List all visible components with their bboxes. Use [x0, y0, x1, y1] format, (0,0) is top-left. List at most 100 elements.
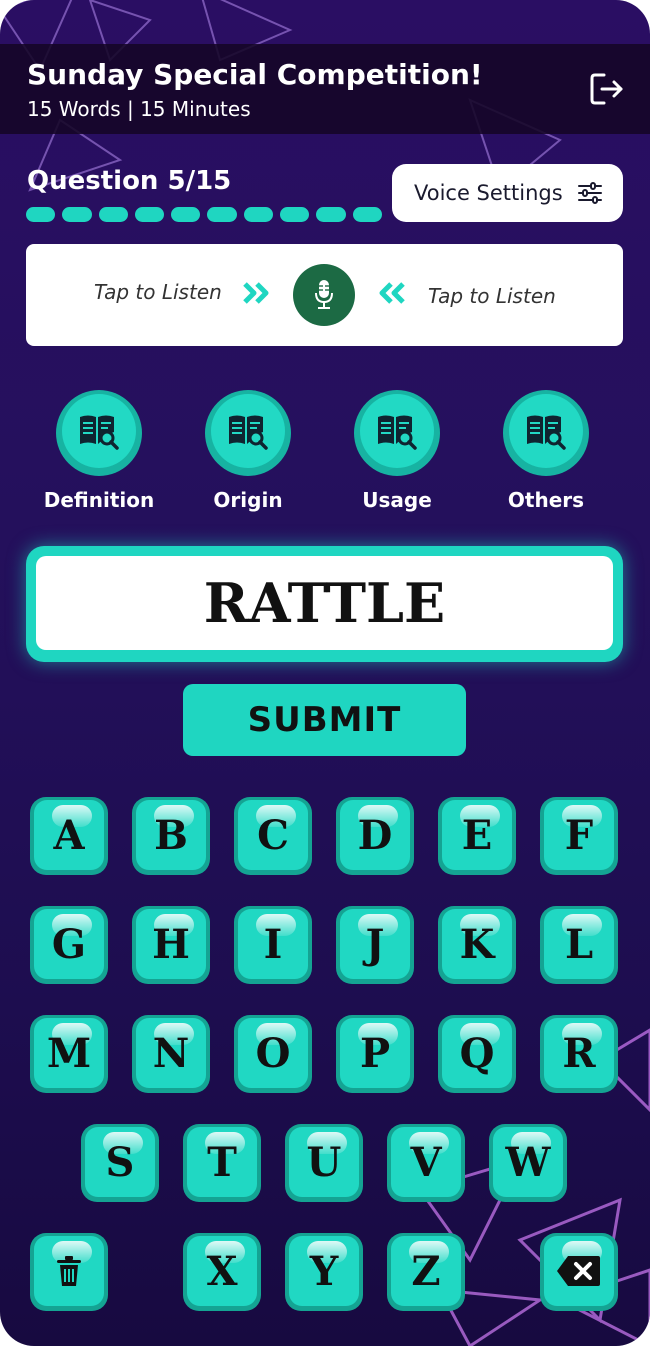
- progress-segment: [280, 207, 310, 222]
- key-letter: K: [459, 921, 495, 968]
- key-letter: W: [505, 1139, 551, 1186]
- hint-button-definition[interactable]: Definition: [39, 390, 159, 512]
- competition-subtitle: 15 Words | 15 Minutes: [27, 97, 251, 121]
- key-d[interactable]: D: [336, 797, 414, 875]
- key-a[interactable]: A: [30, 797, 108, 875]
- key-letter: H: [152, 921, 190, 968]
- double-chevron-left-icon: [379, 282, 405, 304]
- key-b[interactable]: B: [132, 797, 210, 875]
- listen-button[interactable]: [293, 264, 355, 326]
- key-q[interactable]: Q: [438, 1015, 516, 1093]
- logout-icon: [590, 73, 623, 105]
- key-p[interactable]: P: [336, 1015, 414, 1093]
- key-z[interactable]: Z: [387, 1233, 465, 1311]
- progress-segment: [98, 207, 128, 222]
- progress-segment: [134, 207, 165, 222]
- hint-button-others[interactable]: Others: [486, 390, 606, 512]
- sliders-icon: [578, 182, 602, 204]
- progress-segment: [243, 207, 274, 222]
- progress-segment: [62, 207, 92, 222]
- hint-circle: [354, 390, 440, 476]
- submit-button[interactable]: SUBMIT: [183, 684, 466, 756]
- key-r[interactable]: R: [540, 1015, 618, 1093]
- key-s[interactable]: S: [81, 1124, 159, 1202]
- voice-settings-button[interactable]: Voice Settings: [392, 164, 623, 222]
- key-g[interactable]: G: [30, 906, 108, 984]
- trash-icon: [57, 1256, 81, 1286]
- app-screen: Sunday Special Competition! 15 Words | 1…: [0, 0, 650, 1346]
- key-letter: R: [562, 1030, 596, 1077]
- key-o[interactable]: O: [234, 1015, 312, 1093]
- key-letter: M: [46, 1030, 92, 1077]
- progress-segment: [316, 207, 346, 222]
- header-bar: Sunday Special Competition! 15 Words | 1…: [0, 44, 650, 134]
- book-search-icon: [527, 415, 566, 450]
- hint-button-origin[interactable]: Origin: [188, 390, 308, 512]
- progress-segment: [207, 207, 237, 222]
- book-search-icon: [80, 415, 119, 450]
- key-letter: L: [564, 921, 594, 968]
- tap-to-listen-right: Tap to Listen: [428, 284, 556, 308]
- key-m[interactable]: M: [30, 1015, 108, 1093]
- key-letter: A: [53, 812, 85, 859]
- key-letter: P: [359, 1030, 391, 1077]
- key-w[interactable]: W: [489, 1124, 567, 1202]
- page-title: Sunday Special Competition!: [27, 58, 483, 91]
- microphone-icon: [315, 280, 333, 309]
- book-search-icon: [229, 415, 268, 450]
- double-chevron-right-icon: [243, 282, 269, 304]
- listen-panel: Tap to Listen Tap to Listen: [26, 244, 623, 346]
- tap-to-listen-left: Tap to Listen: [94, 280, 222, 304]
- hint-label: Definition: [43, 488, 155, 512]
- key-letter: Z: [411, 1248, 441, 1295]
- hint-label: Origin: [213, 488, 283, 512]
- hint-circle: [503, 390, 589, 476]
- key-e[interactable]: E: [438, 797, 516, 875]
- key-h[interactable]: H: [132, 906, 210, 984]
- key-t[interactable]: T: [183, 1124, 261, 1202]
- key-letter: B: [154, 812, 188, 859]
- hint-label: Others: [507, 488, 585, 512]
- hint-circle: [56, 390, 142, 476]
- key-k[interactable]: K: [438, 906, 516, 984]
- key-letter: Q: [459, 1030, 495, 1077]
- key-c[interactable]: C: [234, 797, 312, 875]
- key-letter: I: [263, 921, 283, 968]
- key-letter: G: [51, 921, 87, 968]
- key-l[interactable]: L: [540, 906, 618, 984]
- exit-button[interactable]: [588, 71, 628, 107]
- key-letter: S: [105, 1139, 135, 1186]
- clear-button[interactable]: [30, 1233, 108, 1311]
- key-v[interactable]: V: [387, 1124, 465, 1202]
- hint-button-usage[interactable]: Usage: [337, 390, 457, 512]
- key-letter: N: [152, 1030, 190, 1077]
- key-letter: U: [306, 1139, 342, 1186]
- voice-settings-label: Voice Settings: [414, 181, 563, 205]
- key-letter: Y: [309, 1248, 339, 1295]
- book-search-icon: [378, 415, 417, 450]
- answer-box: RATTLE: [26, 546, 623, 662]
- key-letter: O: [255, 1030, 291, 1077]
- progress-segment: [26, 207, 56, 222]
- key-letter: J: [365, 921, 385, 968]
- key-u[interactable]: U: [285, 1124, 363, 1202]
- key-letter: C: [257, 812, 289, 859]
- key-letter: E: [461, 812, 493, 859]
- key-letter: X: [206, 1248, 238, 1295]
- key-letter: V: [410, 1139, 442, 1186]
- backspace-icon: [557, 1256, 600, 1286]
- key-y[interactable]: Y: [285, 1233, 363, 1311]
- progress-segment: [171, 207, 201, 222]
- answer-field[interactable]: RATTLE: [36, 556, 613, 650]
- backspace-button[interactable]: [540, 1233, 618, 1311]
- key-letter: T: [207, 1139, 237, 1186]
- key-n[interactable]: N: [132, 1015, 210, 1093]
- key-letter: D: [357, 812, 393, 859]
- key-x[interactable]: X: [183, 1233, 261, 1311]
- key-i[interactable]: I: [234, 906, 312, 984]
- hint-label: Usage: [362, 488, 432, 512]
- progress-segment: [352, 207, 382, 222]
- key-f[interactable]: F: [540, 797, 618, 875]
- hint-circle: [205, 390, 291, 476]
- key-j[interactable]: J: [336, 906, 414, 984]
